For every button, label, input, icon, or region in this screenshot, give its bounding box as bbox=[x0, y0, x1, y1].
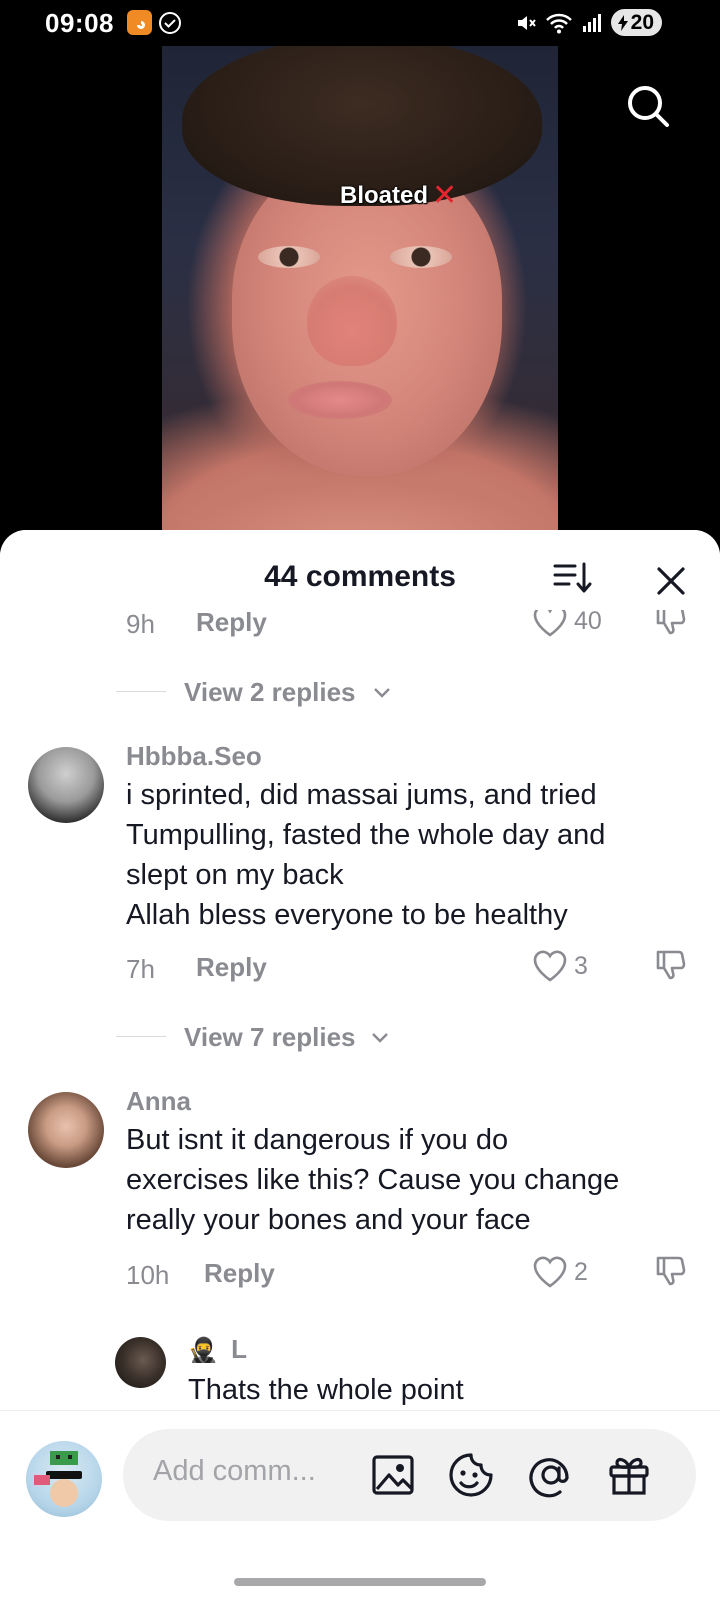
comment-meta-row: 10h Reply 2 bbox=[0, 1254, 720, 1294]
wifi-icon bbox=[545, 13, 572, 33]
video-player[interactable]: Bloated ✕ bbox=[0, 46, 720, 536]
status-bar: 09:08 20 bbox=[0, 0, 720, 46]
sticker-emoji-icon[interactable] bbox=[447, 1451, 495, 1499]
comment-time: 7h bbox=[126, 954, 155, 984]
view-replies-button[interactable]: View 2 replies bbox=[0, 673, 720, 709]
image-icon[interactable] bbox=[369, 1451, 417, 1499]
status-time: 09:08 bbox=[45, 8, 114, 38]
video-image-mouth bbox=[288, 381, 392, 419]
mention-icon[interactable] bbox=[527, 1451, 575, 1499]
gift-icon[interactable] bbox=[605, 1451, 653, 1499]
comments-count-title: 44 comments bbox=[264, 560, 456, 593]
like-count: 2 bbox=[574, 1257, 588, 1286]
comments-list[interactable]: 9h Reply 40 View 2 replies Hbbba.Seo i s… bbox=[0, 610, 720, 1470]
like-count: 40 bbox=[574, 610, 602, 635]
chevron-down-icon bbox=[372, 1033, 388, 1043]
search-icon[interactable] bbox=[624, 82, 672, 130]
home-indicator[interactable] bbox=[234, 1578, 486, 1586]
comment-time: 10h bbox=[126, 1260, 170, 1290]
comment-text-line: Allah bless everyone to be healthy bbox=[126, 899, 568, 931]
battery-level: 20 bbox=[630, 10, 654, 34]
comment-text: Thats the whole point bbox=[188, 1374, 464, 1406]
video-overlay-caption: Bloated ✕ bbox=[340, 178, 457, 213]
like-button[interactable]: 3 bbox=[532, 950, 588, 982]
view-replies-button[interactable]: View 7 replies bbox=[0, 1018, 720, 1054]
comment-meta-row: 9h Reply 40 bbox=[0, 610, 720, 643]
comment-text-line: exercises like this? Cause you change bbox=[126, 1164, 620, 1196]
heart-icon bbox=[533, 1256, 567, 1288]
chevron-down-icon bbox=[374, 688, 390, 698]
reply-button[interactable]: Reply bbox=[196, 610, 267, 638]
view-replies-label: View 2 replies bbox=[184, 677, 356, 707]
comment-input-bar bbox=[0, 1410, 720, 1600]
thumbs-down-icon[interactable] bbox=[654, 610, 688, 637]
comment-meta-row: 7h Reply 3 bbox=[0, 948, 720, 988]
video-frame[interactable] bbox=[162, 46, 558, 536]
comment-username[interactable]: 🥷 L bbox=[188, 1334, 247, 1365]
mute-icon bbox=[517, 15, 536, 30]
avatar[interactable] bbox=[28, 747, 104, 823]
close-icon[interactable] bbox=[656, 566, 686, 596]
comment-input-field[interactable] bbox=[123, 1429, 696, 1521]
ninja-emoji-icon: 🥷 bbox=[188, 1337, 218, 1364]
reply-button[interactable]: Reply bbox=[204, 1258, 275, 1289]
video-image-nose bbox=[307, 276, 397, 366]
reply-button[interactable]: Reply bbox=[196, 952, 267, 983]
comment-time: 9h bbox=[126, 610, 155, 639]
battery-icon: 20 bbox=[610, 9, 662, 36]
comments-header: 44 comments bbox=[0, 530, 720, 610]
heart-icon bbox=[533, 610, 567, 637]
my-avatar[interactable] bbox=[26, 1441, 102, 1517]
avatar[interactable] bbox=[28, 1092, 104, 1168]
signal-icon bbox=[582, 13, 601, 32]
like-button[interactable]: 2 bbox=[532, 1256, 588, 1288]
comment-text: But isnt it dangerous if you do exercise… bbox=[126, 1120, 696, 1240]
view-replies-label: View 7 replies bbox=[184, 1022, 356, 1052]
thumbs-down-icon[interactable] bbox=[654, 948, 688, 982]
heart-icon bbox=[533, 950, 567, 982]
sort-icon[interactable] bbox=[553, 560, 593, 596]
comment-username-text: L bbox=[231, 1334, 248, 1364]
divider-line bbox=[116, 1036, 166, 1037]
avatar[interactable] bbox=[115, 1337, 166, 1388]
comment-text-line: Tumpulling, fasted the whole day and bbox=[126, 819, 606, 851]
video-image-eye bbox=[258, 246, 320, 268]
comment-text-line: really your bones and your face bbox=[126, 1204, 531, 1236]
cross-mark-icon: ✕ bbox=[432, 179, 458, 212]
comment-username[interactable]: Anna bbox=[126, 1086, 191, 1117]
comment-text-line: i sprinted, did massai jums, and tried bbox=[126, 779, 597, 811]
app-icon bbox=[127, 10, 152, 35]
thumbs-down-icon[interactable] bbox=[654, 1254, 688, 1288]
comment-text-line: slept on my back bbox=[126, 859, 344, 891]
like-button[interactable]: 40 bbox=[532, 610, 602, 637]
comment-username[interactable]: Hbbba.Seo bbox=[126, 741, 262, 772]
divider-line bbox=[116, 691, 166, 692]
comment-text: i sprinted, did massai jums, and tried T… bbox=[126, 775, 696, 935]
comment-input[interactable] bbox=[153, 1455, 353, 1488]
comment-text-line: But isnt it dangerous if you do bbox=[126, 1124, 509, 1156]
avatar-image bbox=[34, 1451, 82, 1507]
check-circle-icon bbox=[159, 12, 181, 34]
like-count: 3 bbox=[574, 951, 588, 980]
overlay-caption-text: Bloated bbox=[340, 181, 429, 209]
video-image-eye bbox=[390, 246, 452, 268]
